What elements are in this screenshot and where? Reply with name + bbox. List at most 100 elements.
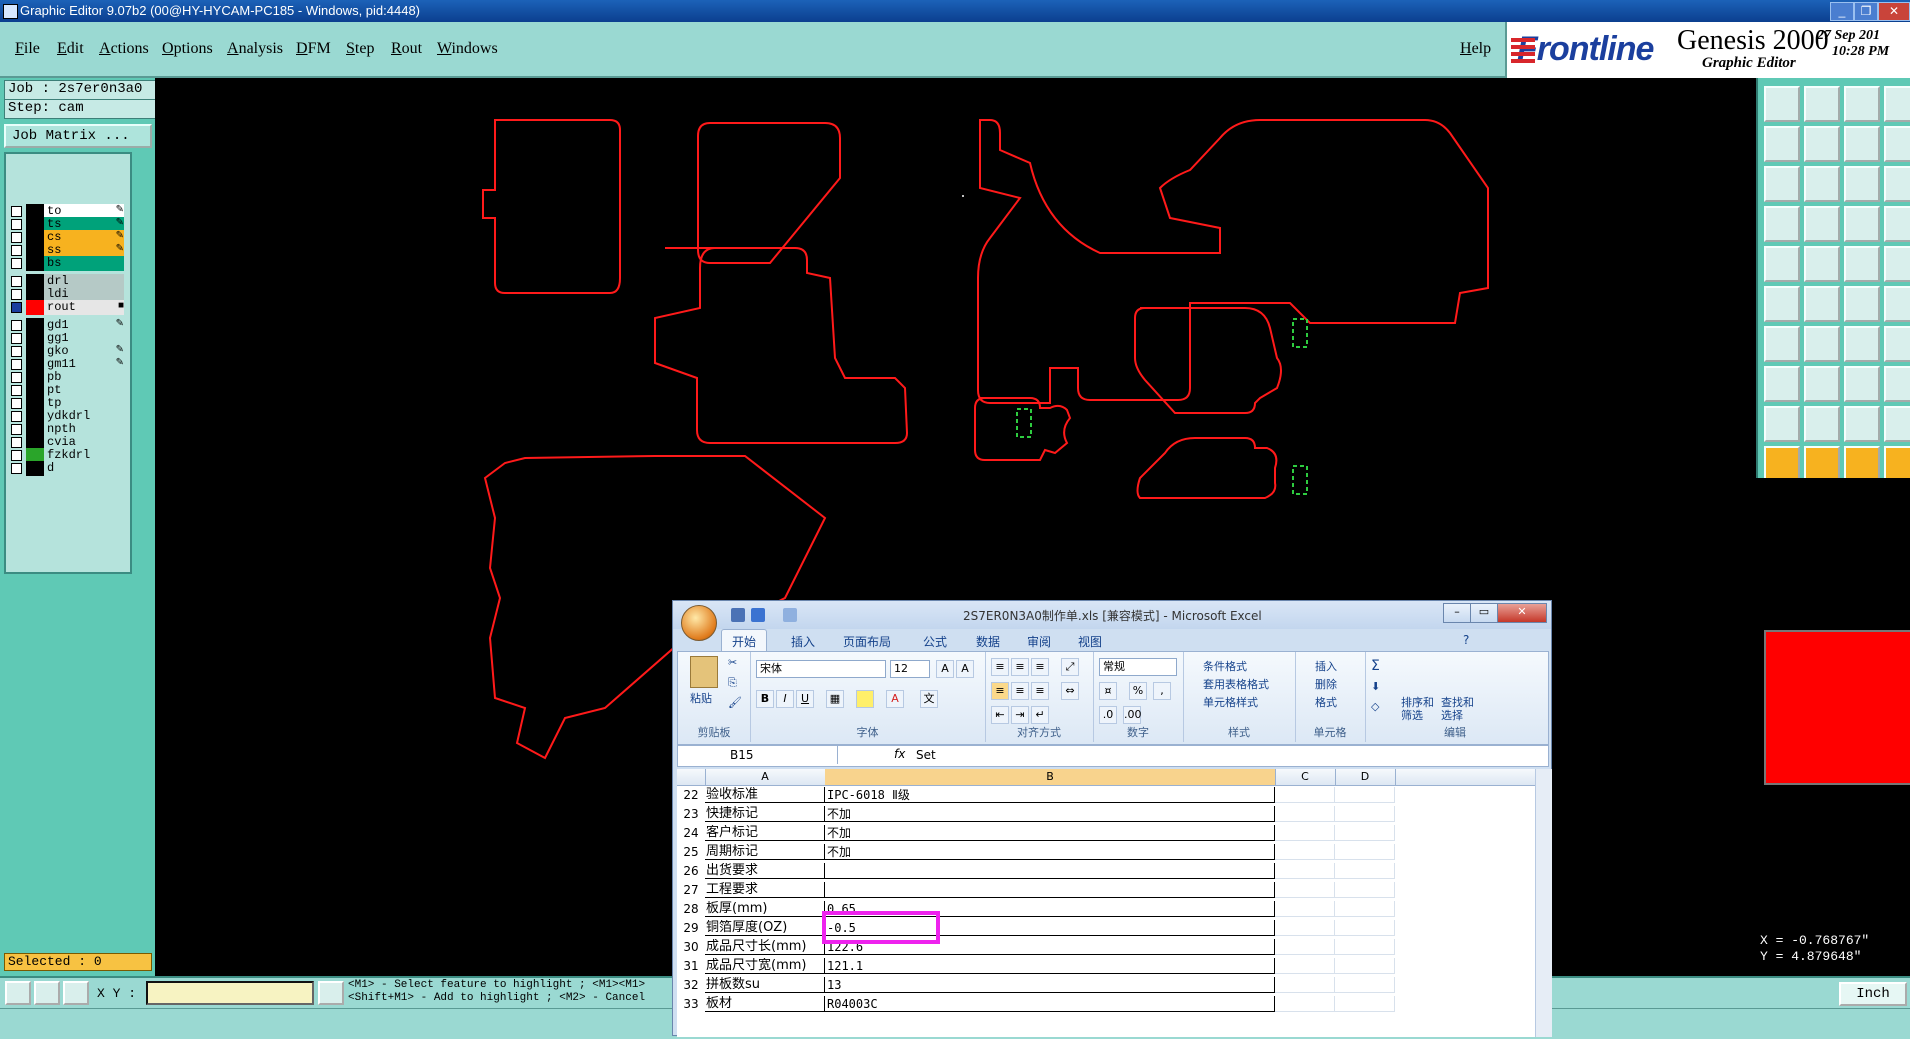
tool-select-3-icon[interactable] xyxy=(1844,406,1880,442)
increase-indent-icon[interactable]: ⇥ xyxy=(1011,706,1029,724)
tool-measure-4-icon[interactable] xyxy=(1884,326,1910,362)
menu-analysis[interactable]: Analysis xyxy=(227,40,283,58)
find-select-button[interactable]: 查找和 选择 xyxy=(1441,696,1474,722)
tool-home-1-icon[interactable] xyxy=(1764,166,1800,202)
tab-home[interactable]: 开始 xyxy=(721,629,768,653)
align-right-icon[interactable]: ≡ xyxy=(1031,682,1049,700)
cell-b[interactable]: 不加 xyxy=(825,825,1275,841)
layer-checkbox[interactable] xyxy=(11,463,22,474)
cell-d[interactable] xyxy=(1335,920,1395,936)
tool-zoom-1-icon[interactable] xyxy=(1764,86,1800,122)
tool-view-1-icon[interactable] xyxy=(1764,246,1800,282)
menu-help[interactable]: Help xyxy=(1460,40,1491,58)
tool-help-3-icon[interactable] xyxy=(1844,366,1880,402)
layer-checkbox[interactable] xyxy=(11,206,22,217)
tool-snap-4-icon[interactable] xyxy=(1884,286,1910,322)
tab-view[interactable]: 视图 xyxy=(1078,633,1102,650)
minimize-button[interactable]: _ xyxy=(1830,2,1854,21)
fill-icon[interactable]: ⬇ xyxy=(1371,680,1380,693)
snap-icon[interactable] xyxy=(318,981,344,1005)
cell-c[interactable] xyxy=(1275,920,1335,936)
tool-home-4-icon[interactable] xyxy=(1884,166,1910,202)
layer-name[interactable]: d xyxy=(44,461,124,476)
row-header[interactable]: 26 xyxy=(677,863,705,879)
cell-style-button[interactable]: 单元格样式 xyxy=(1203,694,1258,710)
decrease-indent-icon[interactable]: ⇤ xyxy=(991,706,1009,724)
fill-color-icon[interactable] xyxy=(856,690,874,708)
layer-checkbox[interactable] xyxy=(11,320,22,331)
cell-c[interactable] xyxy=(1275,996,1335,1012)
tool-snap-1-icon[interactable] xyxy=(1764,286,1800,322)
name-box[interactable]: B15 xyxy=(678,746,838,764)
cell-d[interactable] xyxy=(1335,806,1395,822)
excel-window[interactable]: 2S7ER0N3A0制作单.xls [兼容模式] - Microsoft Exc… xyxy=(672,600,1552,1037)
cell-a[interactable]: 周期标记 xyxy=(705,844,825,860)
cell-c[interactable] xyxy=(1275,901,1335,917)
cell-c[interactable] xyxy=(1275,825,1335,841)
align-bottom-icon[interactable]: ≡ xyxy=(1031,658,1049,676)
row-header[interactable]: 27 xyxy=(677,882,705,898)
insert-cells-button[interactable]: 插入 xyxy=(1315,658,1337,674)
cell-b[interactable]: R04003C xyxy=(825,996,1275,1012)
column-header-d[interactable]: D xyxy=(1335,769,1396,785)
tab-page-layout[interactable]: 页面布局 xyxy=(843,633,891,650)
italic-button[interactable]: I xyxy=(776,690,794,708)
paste-label[interactable]: 粘贴 xyxy=(690,690,712,706)
measure-icon[interactable] xyxy=(34,981,60,1005)
unit-button[interactable]: Inch xyxy=(1839,982,1907,1006)
restore-button[interactable]: ❐ xyxy=(1854,2,1878,21)
cell-a[interactable]: 成品尺寸宽(mm) xyxy=(705,958,825,974)
cell-d[interactable] xyxy=(1335,882,1395,898)
cell-d[interactable] xyxy=(1335,844,1395,860)
paste-icon[interactable] xyxy=(690,656,718,688)
layer-checkbox[interactable] xyxy=(11,289,22,300)
cell-d[interactable] xyxy=(1335,939,1395,955)
tool-snap-3-icon[interactable] xyxy=(1844,286,1880,322)
merge-icon[interactable]: ⇔ xyxy=(1061,682,1079,700)
tool-fit-1-icon[interactable] xyxy=(1764,206,1800,242)
tool-fit-2-icon[interactable] xyxy=(1804,206,1840,242)
cell-c[interactable] xyxy=(1275,787,1335,803)
tool-measure-3-icon[interactable] xyxy=(1844,326,1880,362)
cell-b[interactable] xyxy=(825,882,1275,898)
excel-restore-button[interactable]: ▭ xyxy=(1470,603,1498,623)
tool-view-3-icon[interactable] xyxy=(1844,246,1880,282)
grow-font-icon[interactable]: A xyxy=(936,660,954,678)
cell-d[interactable] xyxy=(1335,977,1395,993)
sort-filter-button[interactable]: 排序和 筛选 xyxy=(1401,696,1434,722)
cell-b[interactable]: 121.1 xyxy=(825,958,1275,974)
row-header[interactable]: 29 xyxy=(677,920,705,936)
align-center-icon[interactable]: ≡ xyxy=(1011,682,1029,700)
wrap-icon[interactable]: ↵ xyxy=(1031,706,1049,724)
cell-d[interactable] xyxy=(1335,901,1395,917)
row-header[interactable]: 25 xyxy=(677,844,705,860)
cell-a[interactable]: 验收标准 xyxy=(705,787,825,803)
underline-button[interactable]: U xyxy=(796,690,814,708)
decrease-decimal-icon[interactable]: .00 xyxy=(1123,706,1142,724)
shrink-font-icon[interactable]: A xyxy=(956,660,974,678)
tab-formulas[interactable]: 公式 xyxy=(923,633,947,650)
layer-checkbox[interactable] xyxy=(11,346,22,357)
tool-edit-3-icon[interactable] xyxy=(1844,446,1880,482)
tool-pan-1-icon[interactable] xyxy=(1764,126,1800,162)
cut-icon[interactable]: ✂ xyxy=(728,656,737,669)
redo-icon[interactable] xyxy=(783,608,797,622)
tool-edit-2-icon[interactable] xyxy=(1804,446,1840,482)
cell-d[interactable] xyxy=(1335,863,1395,879)
cell-c[interactable] xyxy=(1275,806,1335,822)
excel-help-icon[interactable]: ? xyxy=(1463,633,1469,647)
select-all-corner[interactable] xyxy=(677,769,706,785)
tool-fit-4-icon[interactable] xyxy=(1884,206,1910,242)
font-color-icon[interactable]: A xyxy=(886,690,904,708)
menu-actions[interactable]: Actions xyxy=(99,40,149,58)
format-cells-button[interactable]: 格式 xyxy=(1315,694,1337,710)
conditional-format-button[interactable]: 条件格式 xyxy=(1203,658,1247,674)
phonetic-icon[interactable]: 文 xyxy=(920,690,938,708)
tab-data[interactable]: 数据 xyxy=(976,633,1000,650)
cell-a[interactable]: 客户标记 xyxy=(705,825,825,841)
menu-options[interactable]: Options xyxy=(162,40,213,58)
menu-step[interactable]: Step xyxy=(346,40,374,58)
cell-c[interactable] xyxy=(1275,958,1335,974)
column-header-c[interactable]: C xyxy=(1275,769,1336,785)
row-header[interactable]: 30 xyxy=(677,939,705,955)
